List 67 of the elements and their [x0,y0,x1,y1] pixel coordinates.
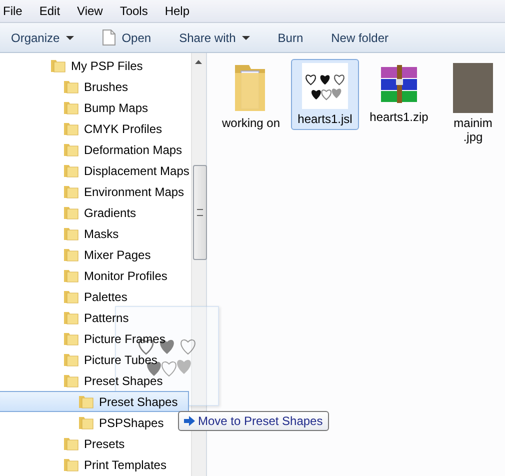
tree-item[interactable]: Print Templates [0,454,191,475]
folder-icon [63,289,79,304]
tree-item[interactable]: Mixer Pages [0,244,191,265]
folder-icon [63,436,79,451]
tree-item[interactable]: Bump Maps [0,97,191,118]
folder-icon [63,457,79,472]
arrow-icon [184,416,195,426]
toolbar-button[interactable]: Burn [270,28,310,48]
tree-item[interactable]: Preset Shapes [0,391,189,412]
item-tile[interactable]: mainim .jpg [439,59,505,148]
toolbar-button[interactable]: New folder [324,28,396,48]
tree-item[interactable]: Picture Tubes [0,349,191,370]
folder-icon [63,184,79,199]
menu-item[interactable]: Help [164,4,190,18]
item-tile[interactable]: hearts1.zip [365,59,433,128]
tree-item[interactable]: Gradients [0,202,191,223]
tree-item[interactable]: Masks [0,223,191,244]
menu-item[interactable]: File [3,4,22,18]
file-name: hearts1.jsl [298,112,352,126]
toolbar-button[interactable]: Share with [172,28,257,48]
folder-icon [63,310,79,325]
folder-icon [63,352,79,367]
tree-item[interactable]: CMYK Profiles [0,118,191,139]
folder-icon [63,373,79,388]
caret-icon [66,36,74,40]
photo-placeholder [453,63,493,113]
tree-item[interactable]: My PSP Files [0,55,191,76]
item-tile[interactable]: working on [217,59,285,134]
folder-icon [63,331,79,346]
folder-icon [63,205,79,220]
folder-icon [78,394,94,409]
folder-icon [63,163,79,178]
menu-item[interactable]: Tools [120,4,148,18]
file-name: working on [222,116,280,130]
toolbar-button[interactable]: Open [94,26,158,49]
tooltip-text: Move to Preset Shapes [198,414,323,428]
folder-icon [63,121,79,136]
scroll-thumb[interactable] [193,165,207,260]
folder-icon [50,58,66,73]
folder-icon [78,415,94,430]
tree-item[interactable]: Environment Maps [0,181,191,202]
document-icon [102,29,116,46]
caret-icon [242,36,250,40]
up-arrow-icon [195,60,202,64]
tree-item[interactable]: Picture Frames [0,328,191,349]
item-tile[interactable]: hearts1.jsl [291,59,359,130]
file-name: hearts1.zip [370,110,428,124]
tree-item[interactable]: Brushes [0,76,191,97]
folder-icon [63,268,79,283]
menu-item[interactable]: View [77,4,103,18]
folder-icon [63,142,79,157]
toolbar-button[interactable]: Organize [4,28,81,48]
tree-item[interactable]: Palettes [0,286,191,307]
tree-item[interactable]: Patterns [0,307,191,328]
folder-icon [63,247,79,262]
folder-icon [63,226,79,241]
menu-item[interactable]: Edit [39,4,60,18]
tree-item[interactable]: Displacement Maps [0,160,191,181]
tree-item[interactable]: PSPShapes [0,412,191,433]
tree-item[interactable]: Preset Shapes [0,370,191,391]
file-name: mainim .jpg [454,116,492,144]
folder-icon [63,79,79,94]
tree-item[interactable]: Presets [0,433,191,454]
hearts-thumbnail [302,63,348,109]
folder-icon [63,100,79,115]
tree-item[interactable]: Deformation Maps [0,139,191,160]
tree-item[interactable]: Monitor Profiles [0,265,191,286]
